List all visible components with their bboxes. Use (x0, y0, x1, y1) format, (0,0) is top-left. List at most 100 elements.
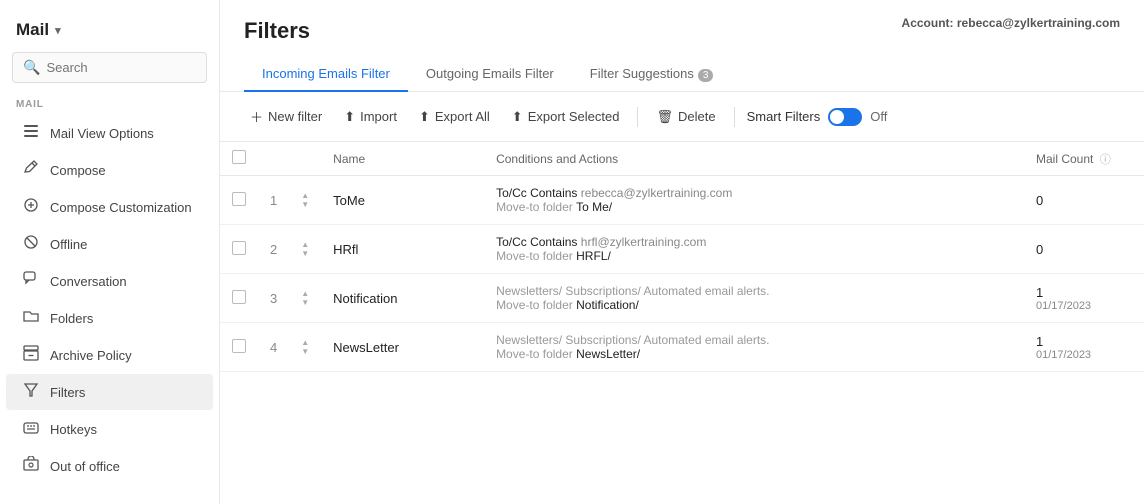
toolbar-separator (637, 107, 638, 127)
export-selected-button[interactable]: ⬆ Export Selected (502, 104, 630, 130)
sort-up-icon: ▲ (301, 192, 309, 200)
tab-label: Outgoing Emails Filter (426, 66, 554, 81)
condition-value-2: hrfl@zylkertraining.com (581, 235, 707, 249)
mail-count-value-3: 1 (1036, 285, 1132, 300)
row-name-1[interactable]: ToMe (321, 176, 484, 225)
sidebar-item-offline[interactable]: Offline (6, 226, 213, 262)
sort-down-icon: ▼ (301, 201, 309, 209)
sidebar-brand[interactable]: Mail ▾ (16, 20, 203, 40)
toolbar-separator-2 (734, 107, 735, 127)
main-content: Account: rebecca@zylkertraining.com Filt… (220, 0, 1144, 504)
row-name-2[interactable]: HRfl (321, 225, 484, 274)
tab-label: Filter Suggestions (590, 66, 694, 81)
col-name-header: Name (321, 142, 484, 176)
select-all-checkbox[interactable] (232, 150, 246, 164)
row-number-2: 2 (258, 225, 289, 274)
sidebar-item-label: Mail View Options (50, 126, 154, 141)
row-mailcount-3: 1 01/17/2023 (1024, 274, 1144, 323)
sidebar-item-filters[interactable]: Filters (6, 374, 213, 410)
main-header: Filters Incoming Emails FilterOutgoing E… (220, 0, 1144, 92)
row-number-1: 1 (258, 176, 289, 225)
filters-table: Name Conditions and Actions Mail Count ⓘ… (220, 142, 1144, 372)
mail-count-value-2: 0 (1036, 242, 1132, 257)
action-label-4: Move-to folder (496, 347, 573, 361)
move-to-4: Move-to folder NewsLetter/ (496, 347, 1012, 361)
conditions-text-4: Newsletters/ Subscriptions/ Automated em… (496, 333, 1012, 347)
row-checkbox-1[interactable] (232, 192, 246, 206)
account-label: Account: (902, 16, 954, 30)
new-filter-button[interactable]: ＋ New filter (240, 102, 332, 131)
row-checkbox-cell (220, 274, 258, 323)
sidebar-item-label: Hotkeys (50, 422, 97, 437)
search-input[interactable] (46, 60, 196, 75)
smart-filters-toggle[interactable] (828, 108, 862, 126)
account-info: Account: rebecca@zylkertraining.com (902, 16, 1120, 30)
import-button[interactable]: ⬆ Import (334, 104, 407, 130)
row-sort-4[interactable]: ▲ ▼ (289, 323, 321, 372)
out-of-office-icon (22, 456, 40, 476)
row-checkbox-cell (220, 323, 258, 372)
row-sort-3[interactable]: ▲ ▼ (289, 274, 321, 323)
new-filter-label: New filter (268, 109, 322, 124)
sidebar-item-label: Folders (50, 311, 93, 326)
condition-label-3: Newsletters/ Subscriptions/ Automated em… (496, 284, 769, 298)
row-conditions-4: Newsletters/ Subscriptions/ Automated em… (484, 323, 1024, 372)
row-checkbox-2[interactable] (232, 241, 246, 255)
sidebar-item-mail-view-options[interactable]: Mail View Options (6, 115, 213, 151)
col-conditions-header: Conditions and Actions (484, 142, 1024, 176)
account-email: rebecca@zylkertraining.com (957, 16, 1120, 30)
search-box[interactable]: 🔍 (12, 52, 207, 83)
mail-count-value-1: 0 (1036, 193, 1132, 208)
export-all-icon: ⬆ (419, 109, 430, 125)
row-sort-2[interactable]: ▲ ▼ (289, 225, 321, 274)
sidebar-item-compose[interactable]: Compose (6, 152, 213, 188)
conditions-text-2: To/Cc Contains hrfl@zylkertraining.com (496, 235, 1012, 249)
row-checkbox-3[interactable] (232, 290, 246, 304)
row-name-3[interactable]: Notification (321, 274, 484, 323)
search-icon: 🔍 (23, 59, 40, 76)
row-number-3: 3 (258, 274, 289, 323)
row-conditions-3: Newsletters/ Subscriptions/ Automated em… (484, 274, 1024, 323)
chevron-down-icon: ▾ (55, 24, 61, 37)
row-number-4: 4 (258, 323, 289, 372)
export-selected-icon: ⬆ (512, 109, 523, 125)
sort-down-icon: ▼ (301, 348, 309, 356)
sidebar-item-archive-policy[interactable]: Archive Policy (6, 337, 213, 373)
sort-arrows-4[interactable]: ▲ ▼ (301, 339, 309, 356)
delete-icon: 🗑 (656, 109, 673, 125)
tab-incoming[interactable]: Incoming Emails Filter (244, 58, 408, 92)
filter-name-3: Notification (333, 291, 397, 306)
sidebar-item-conversation[interactable]: Conversation (6, 263, 213, 299)
sort-down-icon: ▼ (301, 250, 309, 258)
tab-suggestions[interactable]: Filter Suggestions3 (572, 58, 732, 92)
row-conditions-2: To/Cc Contains hrfl@zylkertraining.com M… (484, 225, 1024, 274)
row-mailcount-2: 0 (1024, 225, 1144, 274)
sidebar-section-label: MAIL (0, 91, 219, 114)
sidebar: Mail ▾ 🔍 MAIL Mail View Options Compose … (0, 0, 220, 504)
export-all-button[interactable]: ⬆ Export All (409, 104, 500, 130)
sidebar-item-compose-customization[interactable]: Compose Customization (6, 189, 213, 225)
sidebar-item-hotkeys[interactable]: Hotkeys (6, 411, 213, 447)
action-label-3: Move-to folder (496, 298, 573, 312)
condition-label-2: To/Cc Contains (496, 235, 577, 249)
mail-count-info-icon[interactable]: ⓘ (1100, 154, 1111, 166)
smart-filters-label: Smart Filters (747, 109, 821, 124)
row-checkbox-4[interactable] (232, 339, 246, 353)
row-name-4[interactable]: NewsLetter (321, 323, 484, 372)
sidebar-item-folders[interactable]: Folders (6, 300, 213, 336)
compose-icon (22, 160, 40, 180)
toolbar: ＋ New filter ⬆ Import ⬆ Export All ⬆ Exp… (220, 92, 1144, 142)
sidebar-item-label: Out of office (50, 459, 120, 474)
row-sort-1[interactable]: ▲ ▼ (289, 176, 321, 225)
sort-arrows-1[interactable]: ▲ ▼ (301, 192, 309, 209)
import-icon: ⬆ (344, 109, 355, 125)
tab-outgoing[interactable]: Outgoing Emails Filter (408, 58, 572, 92)
sort-arrows-3[interactable]: ▲ ▼ (301, 290, 309, 307)
sidebar-item-out-of-office[interactable]: Out of office (6, 448, 213, 484)
delete-button[interactable]: 🗑 Delete (646, 104, 725, 130)
compose-customization-icon (22, 197, 40, 217)
table-row: 1 ▲ ▼ ToMe To/Cc Contains rebecca@zylker… (220, 176, 1144, 225)
sort-arrows-2[interactable]: ▲ ▼ (301, 241, 309, 258)
mail-date-3: 01/17/2023 (1036, 300, 1132, 312)
action-value-3: Notification/ (576, 298, 639, 312)
